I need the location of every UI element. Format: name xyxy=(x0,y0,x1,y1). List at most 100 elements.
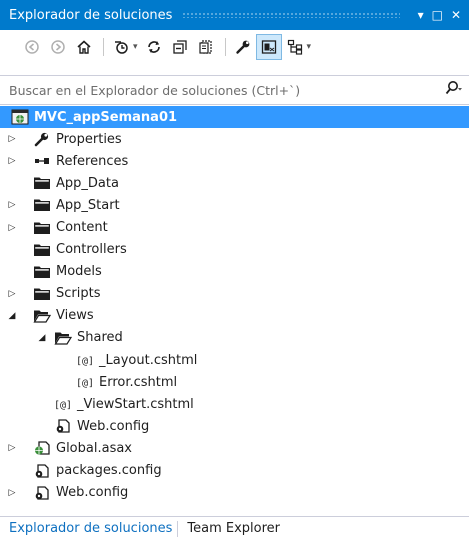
properties-icon xyxy=(235,39,251,55)
collapsed-arrow-icon[interactable]: ▷ xyxy=(6,156,18,166)
tree-node-label: _Layout.cshtml xyxy=(99,352,198,368)
folder-icon xyxy=(33,242,51,258)
toolbar: ▾ ▾ xyxy=(0,31,469,63)
tree-node[interactable]: ▷ Web.config xyxy=(0,482,469,504)
collapse-all-button[interactable] xyxy=(168,35,192,59)
svg-text:[@]: [@] xyxy=(76,378,94,389)
show-all-files-icon xyxy=(198,39,214,55)
folder-open-icon xyxy=(54,330,72,346)
home-button[interactable] xyxy=(72,35,96,59)
collapsed-arrow-icon[interactable]: ▷ xyxy=(6,200,18,210)
collapse-all-icon xyxy=(172,39,188,55)
class-view-icon xyxy=(287,39,303,55)
folder-icon xyxy=(33,264,51,280)
tree-node[interactable]: ▷ Global.asax xyxy=(0,437,469,459)
tree-node-label: Error.cshtml xyxy=(99,374,178,390)
drag-grip[interactable] xyxy=(182,12,400,18)
tree-node[interactable]: MVC_appSemana01 xyxy=(0,106,469,129)
collapsed-arrow-icon[interactable]: ▷ xyxy=(6,289,18,299)
solution-explorer-panel: Explorador de soluciones ▾ □ ✕ ▾▾ MVC_ap… xyxy=(0,0,469,540)
pin-dropdown-icon[interactable]: ▾ xyxy=(418,8,424,22)
tree-node[interactable]: ▷ Properties xyxy=(0,128,469,150)
dropdown-arrow-icon[interactable]: ▾ xyxy=(307,42,312,52)
folder-open-icon xyxy=(33,308,51,324)
expanded-arrow-icon[interactable]: ◢ xyxy=(36,333,48,343)
back-icon xyxy=(24,39,40,55)
web-project-icon xyxy=(11,109,29,125)
tree-node-label: Controllers xyxy=(56,242,127,258)
pending-changes-icon xyxy=(113,39,129,55)
close-icon[interactable]: ✕ xyxy=(451,8,461,22)
solution-tree: MVC_appSemana01 ▷ Properties ▷ References App… xyxy=(0,106,469,504)
tree-node[interactable]: ▷ Content xyxy=(0,216,469,238)
svg-text:[@]: [@] xyxy=(76,356,94,367)
tree-node[interactable]: ▷ References xyxy=(0,150,469,172)
refresh-button[interactable] xyxy=(142,35,166,59)
toolbar-separator xyxy=(103,38,104,56)
razor-file-icon: [@] xyxy=(54,396,72,412)
tree-node-label: Shared xyxy=(77,330,123,346)
forward-icon xyxy=(50,39,66,55)
tree-node-label: Properties xyxy=(56,131,122,147)
search-bar xyxy=(0,75,469,105)
folder-icon xyxy=(33,197,51,213)
tree-node[interactable]: [@] Error.cshtml xyxy=(0,371,469,393)
search-input[interactable] xyxy=(9,82,445,98)
dropdown-arrow-icon[interactable]: ▾ xyxy=(133,42,138,52)
collapsed-arrow-icon[interactable]: ▷ xyxy=(6,488,18,498)
tree-node[interactable]: ▷ App_Start xyxy=(0,194,469,216)
preview-icon xyxy=(261,39,277,55)
tree-node[interactable]: Web.config xyxy=(0,415,469,437)
refresh-icon xyxy=(146,39,162,55)
collapsed-arrow-icon[interactable]: ▷ xyxy=(6,223,18,233)
tree-node-label: References xyxy=(56,153,129,169)
folder-icon xyxy=(33,286,51,302)
tree-node-label: MVC_appSemana01 xyxy=(34,109,178,125)
pending-changes-button[interactable] xyxy=(109,35,133,59)
tree-node[interactable]: [@] _Layout.cshtml xyxy=(0,349,469,371)
maximize-icon[interactable]: □ xyxy=(432,8,443,22)
tree-node-label: Models xyxy=(56,264,102,280)
search-icon[interactable] xyxy=(445,80,463,100)
tree-node-label: App_Start xyxy=(56,197,120,213)
forward-button[interactable] xyxy=(46,35,70,59)
expanded-arrow-icon[interactable]: ◢ xyxy=(6,311,18,321)
tree-node[interactable]: Controllers xyxy=(0,239,469,261)
tree-node[interactable]: ◢ Shared xyxy=(0,327,469,349)
svg-text:[@]: [@] xyxy=(54,400,72,411)
title-bar[interactable]: Explorador de soluciones ▾ □ ✕ xyxy=(0,0,469,30)
tree-node[interactable]: ◢ Views xyxy=(0,305,469,327)
properties-button[interactable] xyxy=(231,35,255,59)
home-icon xyxy=(76,39,92,55)
tree-node-label: Web.config xyxy=(77,418,150,434)
folder-icon xyxy=(33,220,51,236)
global-asax-icon xyxy=(33,440,51,456)
preview-button[interactable] xyxy=(255,34,282,60)
class-view-button[interactable] xyxy=(283,35,307,59)
config-file-icon xyxy=(54,418,72,434)
show-all-files-button[interactable] xyxy=(194,35,218,59)
collapsed-arrow-icon[interactable]: ▷ xyxy=(6,443,18,453)
tab-team-explorer[interactable]: Team Explorer xyxy=(178,521,285,536)
tree-node-label: Global.asax xyxy=(56,440,133,456)
bottom-tab-strip: Explorador de soluciones Team Explorer xyxy=(0,516,469,540)
tree-node[interactable]: packages.config xyxy=(0,460,469,482)
tree-node-label: Content xyxy=(56,220,108,236)
toolbar-separator xyxy=(224,38,226,56)
collapsed-arrow-icon[interactable]: ▷ xyxy=(6,134,18,144)
folder-icon xyxy=(33,175,51,191)
config-file-icon xyxy=(33,463,51,479)
tree-node[interactable]: ▷ Scripts xyxy=(0,283,469,305)
tree-node-label: Scripts xyxy=(56,286,101,302)
tree-node[interactable]: Models xyxy=(0,261,469,283)
tree-node-label: Views xyxy=(56,308,94,324)
tree-node-label: Web.config xyxy=(56,485,129,501)
tree-node[interactable]: [@] _ViewStart.cshtml xyxy=(0,393,469,415)
tree-node-label: packages.config xyxy=(56,463,162,479)
wrench-icon xyxy=(33,131,51,147)
back-button[interactable] xyxy=(20,35,44,59)
tree-node-label: App_Data xyxy=(56,175,119,191)
razor-file-icon: [@] xyxy=(76,374,94,390)
tree-node[interactable]: App_Data xyxy=(0,172,469,194)
tab-solution-explorer[interactable]: Explorador de soluciones xyxy=(0,521,177,536)
